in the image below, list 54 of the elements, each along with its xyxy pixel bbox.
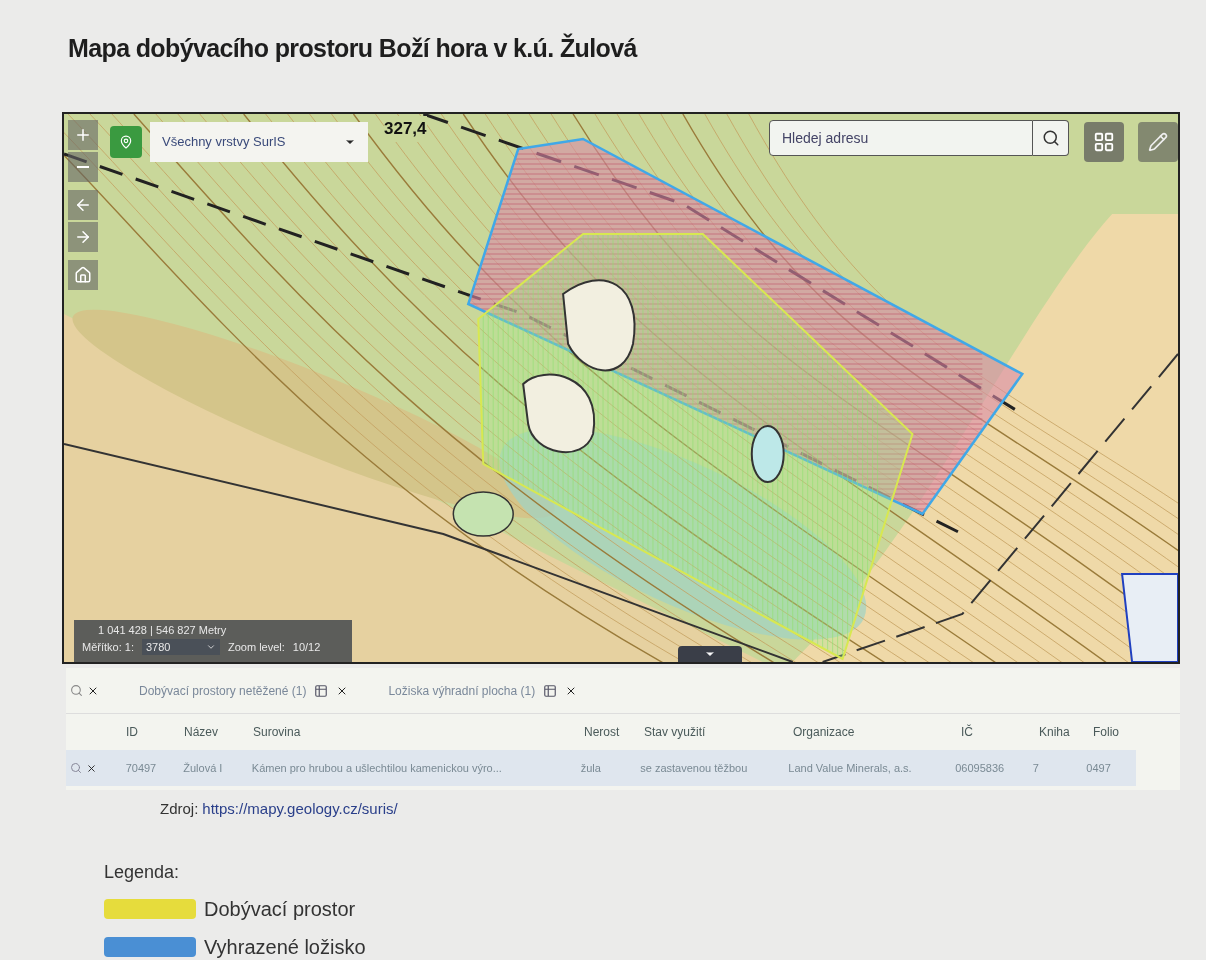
- table-cell-text: 70497: [125, 760, 158, 776]
- back-button[interactable]: [68, 190, 98, 220]
- column-header: Surovina: [253, 724, 302, 741]
- coordinates-text: 1 041 428 | 546 827 Metry: [97, 623, 228, 638]
- basemap-grid-button[interactable]: [1084, 122, 1124, 162]
- column-header: Název: [184, 724, 219, 741]
- column-header: ID: [126, 724, 139, 741]
- table-cell-text: 7: [1032, 760, 1040, 776]
- page-title: Mapa dobývacího prostoru Boží hora v k.ú. Žulová: [68, 32, 639, 64]
- scale-label: Měřítko: 1:: [82, 639, 134, 655]
- zoom-level-value: 10/12: [292, 639, 321, 655]
- address-search-field[interactable]: Hledej adresu: [769, 120, 1033, 156]
- table-cell-text: se zastavenou těžbou: [640, 760, 749, 776]
- collapse-panel-button[interactable]: [678, 646, 742, 662]
- table-icon[interactable]: [543, 683, 558, 698]
- map-label: 327,4: [384, 116, 427, 142]
- zoom-to-icon[interactable]: [70, 762, 82, 774]
- column-header: Organizace: [793, 724, 856, 741]
- search-icon: [1041, 129, 1060, 147]
- table-cell-text: žula: [580, 760, 602, 776]
- layer-button[interactable]: [110, 126, 142, 158]
- zoom-level-label: Zoom level:: [227, 639, 285, 655]
- scale-select[interactable]: 3780: [141, 638, 220, 655]
- table-cell-text: Žulová I: [183, 760, 224, 776]
- minus-icon: [77, 166, 89, 168]
- map-pin-icon: [119, 135, 133, 149]
- legend-label: Vyhrazené ložisko: [204, 934, 366, 960]
- column-header: Folio: [1093, 724, 1120, 741]
- pencil-button[interactable]: [1138, 122, 1178, 162]
- zoom-out-button[interactable]: [68, 152, 98, 182]
- forward-button[interactable]: [68, 222, 98, 252]
- legend-title: Legenda:: [104, 860, 181, 884]
- column-header: Nerost: [584, 724, 621, 741]
- grid-icon: [1093, 131, 1115, 153]
- table-icon[interactable]: [314, 683, 329, 698]
- table-cell-text: 0497: [1086, 760, 1112, 776]
- search-icon[interactable]: [70, 684, 83, 697]
- source-link[interactable]: https://mapy.geology.cz/suris/: [202, 798, 398, 821]
- search-button[interactable]: [1033, 120, 1069, 156]
- column-header: Stav využití: [644, 724, 707, 741]
- pencil-icon: [1148, 132, 1168, 152]
- source-label: Zdroj:: [160, 799, 199, 819]
- legend-label: Dobývací prostor: [204, 896, 356, 922]
- column-header: IČ: [961, 723, 974, 741]
- home-icon: [74, 266, 92, 284]
- layer-select[interactable]: Všechny vrstvy SurIS: [150, 122, 368, 162]
- table-cell-text: Land Value Minerals, a.s.: [788, 760, 913, 776]
- home-button[interactable]: [68, 260, 98, 290]
- table-cell-text: 06095836: [955, 760, 1006, 776]
- close-icon[interactable]: [86, 762, 97, 774]
- table-cell-text: Kámen pro hrubou a ušlechtilou kamenickou výro...: [251, 760, 503, 776]
- plus-icon: [74, 126, 92, 144]
- arrow-right-icon: [74, 228, 92, 246]
- column-header: Kniha: [1039, 724, 1071, 741]
